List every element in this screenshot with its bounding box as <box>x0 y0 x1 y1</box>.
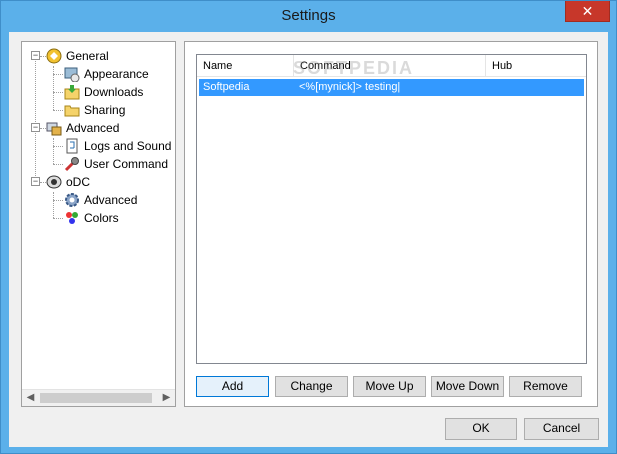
tree-item-user-command[interactable]: User Command <box>22 155 175 173</box>
tree-item-odc-advanced[interactable]: Advanced <box>22 191 175 209</box>
tree-item-logs-and-sound[interactable]: Logs and Sound <box>22 137 175 155</box>
collapse-icon[interactable]: − <box>31 177 40 186</box>
change-button[interactable]: Change <box>275 376 348 397</box>
settings-window: Settings ✕ − General Appearance Download… <box>0 0 617 454</box>
odc-icon <box>46 175 62 189</box>
scroll-right-icon[interactable]: ▶ <box>158 390 175 406</box>
downloads-icon <box>64 85 80 100</box>
add-button[interactable]: Add <box>196 376 269 397</box>
title-bar[interactable]: Settings ✕ <box>1 1 616 31</box>
tree-item-sharing[interactable]: Sharing <box>22 101 175 119</box>
cell-name: Softpedia <box>203 81 250 93</box>
scroll-left-icon[interactable]: ◀ <box>22 390 39 406</box>
tree-item-advanced[interactable]: − Advanced <box>22 119 175 137</box>
cell-command: <%[mynick]> testing| <box>299 81 401 93</box>
sharing-icon <box>64 105 80 117</box>
advanced-icon <box>46 122 62 136</box>
window-title: Settings <box>281 7 336 24</box>
settings-tree[interactable]: − General Appearance Downloads Sharing −… <box>21 41 176 407</box>
move-down-button[interactable]: Move Down <box>431 376 504 397</box>
column-header-name[interactable]: Name <box>197 55 294 77</box>
ok-button[interactable]: OK <box>445 418 517 440</box>
user-command-icon <box>64 157 79 172</box>
column-header-command[interactable]: Command <box>294 55 486 77</box>
table-row[interactable]: Softpedia <%[mynick]> testing| <box>199 79 584 96</box>
column-header-hub[interactable]: Hub <box>486 55 586 77</box>
move-up-button[interactable]: Move Up <box>353 376 426 397</box>
collapse-icon[interactable]: − <box>31 51 40 60</box>
cancel-button[interactable]: Cancel <box>524 418 599 440</box>
tree-item-downloads[interactable]: Downloads <box>22 83 175 101</box>
general-icon <box>46 48 62 64</box>
gear-icon <box>65 193 79 207</box>
tree-item-colors[interactable]: Colors <box>22 209 175 227</box>
colors-icon <box>66 212 78 224</box>
logs-icon <box>66 138 78 154</box>
list-header: Name Command Hub SOFTPEDIA <box>197 55 586 78</box>
appearance-icon <box>64 67 80 82</box>
dialog-client: − General Appearance Downloads Sharing −… <box>9 32 608 447</box>
user-commands-list[interactable]: Name Command Hub SOFTPEDIA Softpedia <%[… <box>196 54 587 364</box>
collapse-icon[interactable]: − <box>31 123 40 132</box>
tree-item-general[interactable]: − General <box>22 47 175 65</box>
close-button[interactable]: ✕ <box>565 1 610 22</box>
close-icon: ✕ <box>581 3 594 19</box>
remove-button[interactable]: Remove <box>509 376 582 397</box>
user-commands-panel: Name Command Hub SOFTPEDIA Softpedia <%[… <box>184 41 598 407</box>
tree-item-odc[interactable]: − oDC <box>22 173 175 191</box>
scroll-thumb[interactable] <box>40 393 152 403</box>
tree-item-appearance[interactable]: Appearance <box>22 65 175 83</box>
tree-horizontal-scrollbar[interactable]: ◀ ▶ <box>22 389 175 406</box>
